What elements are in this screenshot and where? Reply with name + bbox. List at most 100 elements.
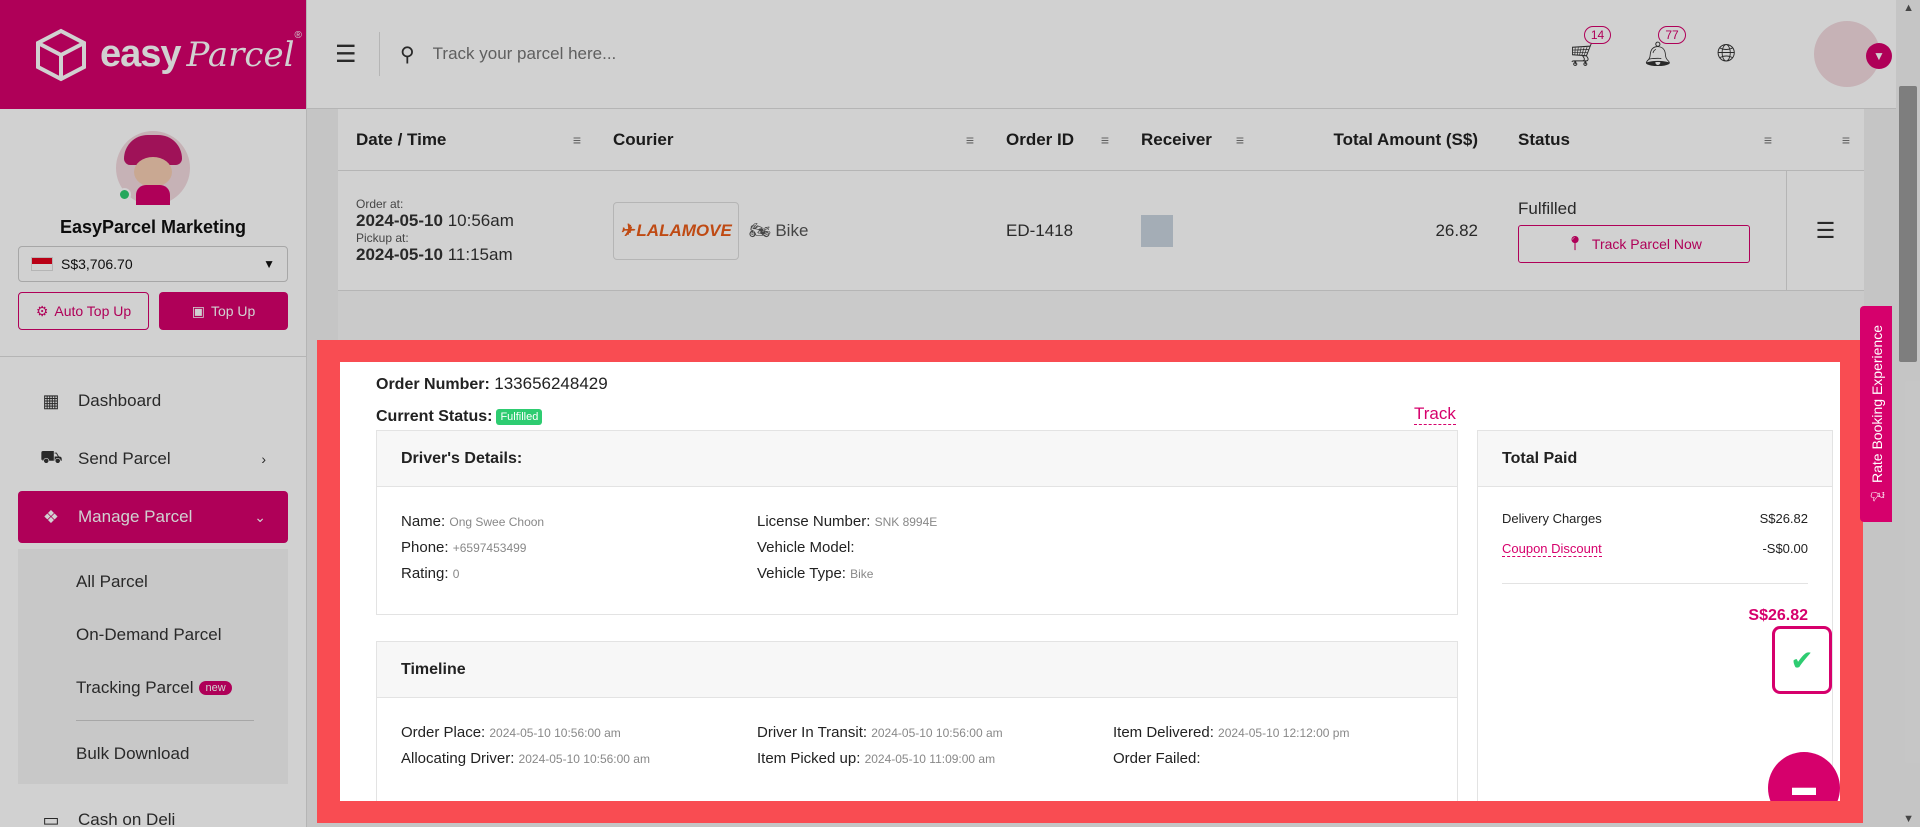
driver-details-title: Driver's Details:: [377, 431, 1457, 487]
timeline-card: Timeline Order Place: 2024-05-10 10:56:0…: [376, 641, 1458, 801]
sub-bulk-download[interactable]: Bulk Download: [18, 727, 288, 780]
sort-icon[interactable]: ≡: [1764, 132, 1772, 148]
nav-cash-on-delivery[interactable]: ▭ Cash on Deli: [18, 794, 288, 827]
driver-rating: Rating: 0: [401, 565, 460, 582]
manage-parcel-submenu: All Parcel On-Demand Parcel Tracking Par…: [18, 549, 288, 784]
table-row[interactable]: Order at: 2024-05-10 10:56am Pickup at: …: [338, 170, 1864, 291]
order-detail-body: Order Number: 133656248429 Current Statu…: [340, 362, 1840, 801]
driver-details-card: Driver's Details: Name: Ong Swee Choon P…: [376, 430, 1458, 615]
gear-icon: ⚙: [35, 302, 49, 319]
cart-count-badge: 14: [1583, 25, 1612, 44]
avatar[interactable]: [116, 131, 190, 205]
box-logo-icon: [36, 28, 86, 81]
scroll-up-icon[interactable]: ▲: [1903, 2, 1914, 14]
sub-tracking-parcel[interactable]: Tracking Parcel new: [18, 661, 288, 714]
timeline-driver-in-transit: Driver In Transit: 2024-05-10 10:56:00 a…: [757, 724, 1003, 741]
nav-manage-parcel[interactable]: ❖ Manage Parcel ⌄: [18, 491, 288, 543]
track-parcel-search-input[interactable]: [432, 44, 833, 64]
divider: [1502, 583, 1808, 584]
datetime-cell: Order at: 2024-05-10 10:56am Pickup at: …: [356, 196, 514, 264]
timeline-item-delivered: Item Delivered: 2024-05-10 12:12:00 pm: [1113, 724, 1350, 741]
driver-phone: Phone: +6597453499: [401, 539, 527, 556]
auto-top-up-button[interactable]: ⚙ Auto Top Up: [18, 292, 149, 330]
timeline-item-picked-up: Item Picked up: 2024-05-10 11:09:00 am: [757, 750, 996, 767]
chevron-right-icon: ›: [261, 451, 266, 467]
sort-icon[interactable]: ≡: [1842, 132, 1850, 148]
vehicle-model: Vehicle Model:: [757, 539, 855, 556]
coupon-discount-link[interactable]: Coupon Discount: [1502, 541, 1602, 557]
col-date-time[interactable]: Date / Time ≡: [338, 130, 595, 150]
user-avatar[interactable]: ▼: [1814, 21, 1892, 87]
shield-check-icon[interactable]: ✔: [1772, 626, 1832, 694]
vertical-scrollbar[interactable]: ▲ ▼: [1896, 0, 1920, 827]
sort-icon[interactable]: ≡: [966, 132, 974, 148]
scroll-thumb[interactable]: [1899, 86, 1917, 362]
online-status-dot: [118, 188, 131, 201]
sort-icon[interactable]: ≡: [1101, 132, 1109, 148]
col-total-amount[interactable]: Total Amount (S$): [1258, 130, 1500, 150]
order-number: Order Number: 133656248429: [376, 374, 608, 393]
lalamove-logo: ✈ LALAMOVE: [613, 201, 739, 260]
timeline-order-failed: Order Failed:: [1113, 750, 1201, 767]
top-header: ☰ ⚲ 🛒︎14 🔔︎77 🌐︎ ▼: [307, 0, 1920, 109]
sub-all-parcel[interactable]: All Parcel: [18, 555, 288, 608]
location-pin-icon: 📍︎: [1566, 235, 1584, 251]
sort-icon[interactable]: ≡: [573, 132, 581, 148]
status-badge: Fulfilled: [496, 409, 543, 425]
cart-icon[interactable]: 🛒︎ 14: [1568, 25, 1612, 69]
col-status[interactable]: Status ≡: [1500, 130, 1786, 150]
col-courier[interactable]: Courier ≡: [595, 130, 988, 150]
bell-icon[interactable]: 🔔︎ 77: [1642, 25, 1686, 69]
profile-name: EasyParcel Marketing: [59, 217, 247, 237]
order-id: ED-1418: [1006, 220, 1074, 240]
sidebar: easy Parcel ® EasyParcel Marketing S$3,7…: [0, 0, 307, 827]
divider: [76, 720, 254, 721]
brand-name: easy: [100, 33, 182, 75]
col-receiver[interactable]: Receiver ≡: [1123, 130, 1258, 150]
brand-script: Parcel: [186, 34, 295, 75]
thumbs-up-icon: 👍︎: [1868, 486, 1885, 504]
divider: [0, 356, 306, 357]
sub-on-demand-parcel[interactable]: On-Demand Parcel: [18, 608, 288, 661]
notification-count-badge: 77: [1658, 25, 1686, 44]
col-order-id[interactable]: Order ID ≡: [988, 130, 1123, 150]
receiver-cell: [1123, 214, 1258, 247]
total-paid-amount: S$26.82: [1748, 607, 1808, 624]
track-link[interactable]: Track: [1414, 404, 1456, 425]
total-paid-card: Total Paid Delivery Charges S$26.82 Coup…: [1477, 430, 1833, 801]
brand-logo[interactable]: easy Parcel ®: [0, 0, 306, 109]
motorcycle-icon: 🏍︎: [749, 220, 771, 240]
timeline-allocating-driver: Allocating Driver: 2024-05-10 10:56:00 a…: [401, 750, 650, 767]
lalamove-mark-icon: ✈: [620, 220, 635, 240]
profile: EasyParcel Marketing: [0, 109, 306, 238]
coupon-discount-row: Coupon Discount -S$0.00: [1502, 541, 1808, 557]
globe-icon[interactable]: 🌐︎: [1717, 40, 1736, 68]
singapore-flag-icon: [31, 257, 53, 271]
sort-icon[interactable]: ≡: [1236, 132, 1244, 148]
truck-icon: ⛟: [40, 447, 63, 467]
nav-dashboard[interactable]: ▦ Dashboard: [18, 375, 288, 427]
scroll-down-icon[interactable]: ▼: [1903, 813, 1914, 825]
rate-booking-experience-tab[interactable]: 👍︎ Rate Booking Experience: [1860, 306, 1892, 522]
timeline-order-place: Order Place: 2024-05-10 10:56:00 am: [401, 724, 621, 741]
hamburger-menu-icon[interactable]: ☰: [335, 40, 359, 69]
row-menu-icon[interactable]: ☰: [1786, 170, 1864, 291]
license-number: License Number: SNK 8994E: [757, 513, 938, 530]
status-cell: Fulfilled 📍︎ Track Parcel Now: [1500, 199, 1786, 263]
courier-cell: ✈ LALAMOVE 🏍︎ Bike: [595, 201, 988, 260]
top-up-button[interactable]: ▣ Top Up: [159, 292, 288, 330]
search-icon[interactable]: ⚲: [400, 42, 415, 67]
status-text: Fulfilled: [1518, 198, 1577, 218]
delivery-charges-row: Delivery Charges S$26.82: [1502, 511, 1808, 526]
driver-name: Name: Ong Swee Choon: [401, 513, 545, 530]
order-detail-panel: Order Number: 133656248429 Current Statu…: [317, 340, 1863, 823]
brand-mark: ®: [294, 30, 302, 41]
track-parcel-now-button[interactable]: 📍︎ Track Parcel Now: [1518, 224, 1750, 263]
chevron-down-icon[interactable]: ▼: [1866, 43, 1892, 69]
timeline-title: Timeline: [377, 642, 1457, 698]
nav-send-parcel[interactable]: ⛟ Send Parcel ›: [18, 433, 288, 485]
balance-value: S$3,706.70: [61, 256, 133, 272]
divider: [379, 32, 380, 76]
balance-select[interactable]: S$3,706.70 ▼: [18, 246, 288, 282]
current-status: Current Status: Fulfilled: [376, 408, 1828, 426]
